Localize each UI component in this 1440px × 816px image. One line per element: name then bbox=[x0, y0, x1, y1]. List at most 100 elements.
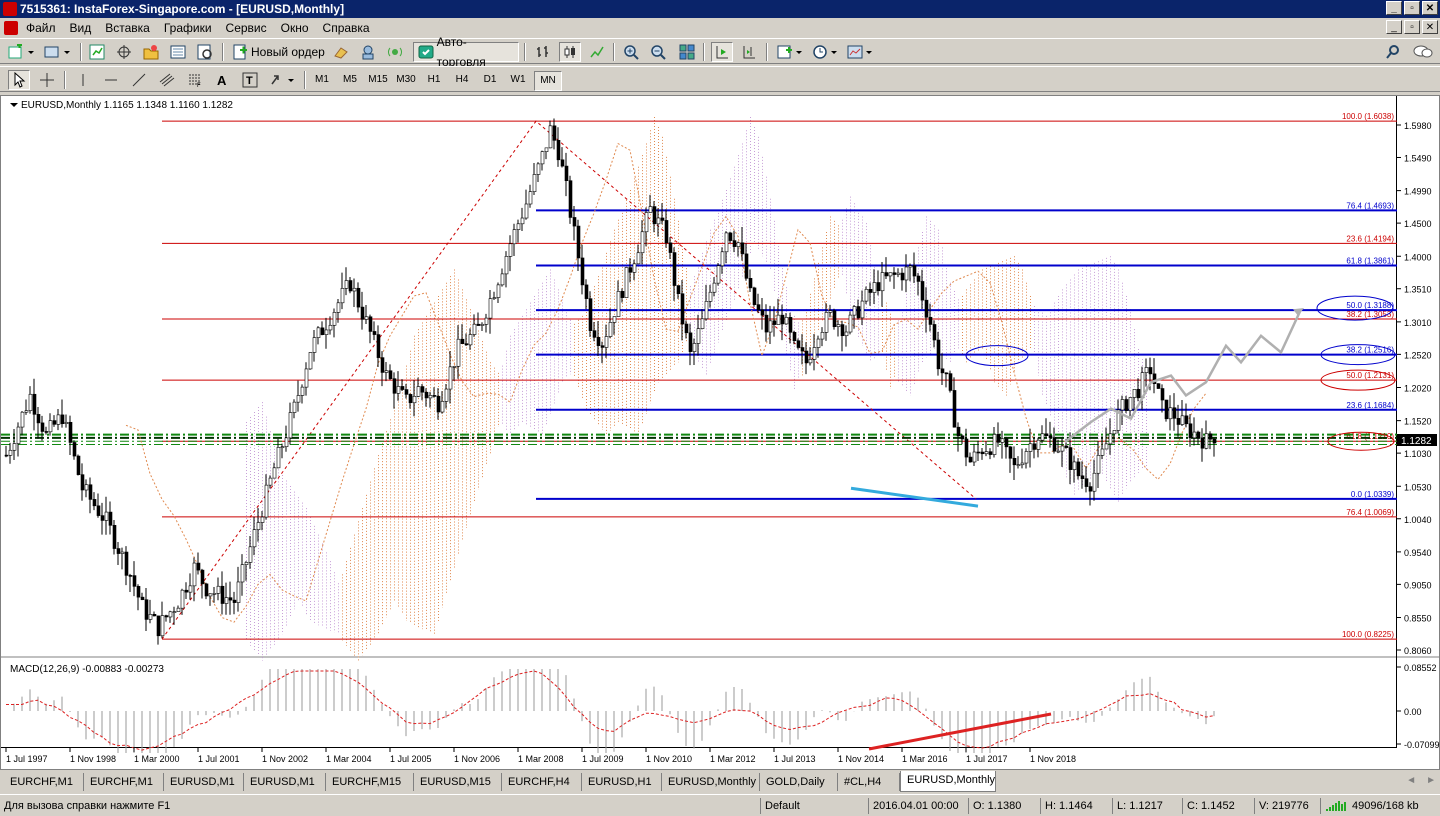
signals-icon[interactable] bbox=[357, 42, 379, 62]
text-label-icon[interactable]: T bbox=[239, 70, 261, 90]
chart-tab[interactable]: #CL,H4 bbox=[838, 773, 900, 791]
candle-body bbox=[1208, 433, 1213, 440]
candle-body bbox=[216, 585, 221, 594]
candle-body bbox=[1212, 438, 1217, 444]
candle-body bbox=[496, 284, 501, 298]
chart-tab[interactable]: GOLD,Daily bbox=[760, 773, 838, 791]
arrows-icon[interactable] bbox=[267, 70, 297, 90]
timeframe-m1[interactable]: M1 bbox=[309, 71, 335, 89]
chart-tab[interactable]: EURCHF,M15 bbox=[326, 773, 414, 791]
vertical-line-icon[interactable] bbox=[72, 70, 94, 90]
candlestick-chart-icon[interactable] bbox=[559, 42, 581, 62]
drawing-toolbar: F A T M1 M5 M15 M30 H1 H4 D1 W1 MN bbox=[0, 66, 1440, 92]
line-chart-icon[interactable] bbox=[586, 42, 608, 62]
price-tick-label: 0.8550 bbox=[1404, 614, 1432, 624]
profiles-icon[interactable] bbox=[42, 42, 74, 62]
navigator-icon[interactable] bbox=[140, 42, 162, 62]
timeframe-mn[interactable]: MN bbox=[534, 71, 562, 91]
autotrading-button[interactable]: Авто-торговля bbox=[413, 35, 519, 69]
trendline-icon[interactable] bbox=[128, 70, 150, 90]
connection-bars-icon bbox=[1326, 801, 1346, 811]
bar-chart-icon[interactable] bbox=[532, 42, 554, 62]
zoom-in-icon[interactable] bbox=[620, 42, 642, 62]
child-minimize-button[interactable]: _ bbox=[1386, 20, 1402, 34]
candle-body bbox=[1020, 462, 1025, 466]
chart-menu-triangle-icon[interactable] bbox=[10, 103, 18, 107]
candle-body bbox=[988, 451, 993, 455]
candle-body bbox=[392, 378, 397, 394]
timeframe-m30[interactable]: M30 bbox=[393, 71, 419, 89]
auto-scroll-icon[interactable] bbox=[711, 42, 733, 62]
chart-tab[interactable]: EURUSD,M15 bbox=[414, 773, 502, 791]
fibonacci-icon[interactable]: F bbox=[184, 70, 206, 90]
market-watch-icon[interactable] bbox=[86, 42, 108, 62]
restore-button[interactable]: ▫ bbox=[1404, 1, 1420, 15]
equidistant-channel-icon[interactable] bbox=[156, 70, 178, 90]
expert-advisors-icon[interactable] bbox=[330, 42, 352, 62]
timeframe-w1[interactable]: W1 bbox=[505, 71, 531, 89]
new-chart-icon[interactable] bbox=[6, 42, 38, 62]
new-order-button[interactable]: Новый ордер bbox=[228, 42, 329, 62]
tab-scroll-left-icon[interactable]: ◄ bbox=[1406, 775, 1416, 786]
timeframe-m5[interactable]: M5 bbox=[337, 71, 363, 89]
chart-tab[interactable]: EURCHF,M1 bbox=[4, 773, 84, 791]
chat-icon[interactable] bbox=[1410, 42, 1436, 62]
tab-scroll-arrows[interactable]: ◄ ► bbox=[1406, 775, 1436, 786]
candle-body bbox=[544, 147, 549, 153]
candle-body bbox=[576, 225, 581, 259]
text-icon[interactable]: A bbox=[211, 70, 233, 90]
search-icon[interactable] bbox=[1382, 42, 1404, 62]
document-icon[interactable] bbox=[4, 21, 18, 35]
chart-tab[interactable]: EURCHF,M1 bbox=[84, 773, 164, 791]
menu-view[interactable]: Вид bbox=[70, 21, 92, 35]
chart-tab[interactable]: EURUSD,M1 bbox=[244, 773, 326, 791]
price-tick-label: 0.8060 bbox=[1404, 646, 1432, 656]
candle-body bbox=[864, 289, 869, 302]
child-close-button[interactable]: ✕ bbox=[1422, 20, 1438, 34]
horizontal-line-icon[interactable] bbox=[100, 70, 122, 90]
crosshair-icon[interactable] bbox=[36, 70, 58, 90]
chart-tab[interactable]: EURUSD,Monthly bbox=[662, 773, 760, 791]
candle-body bbox=[208, 593, 213, 597]
timeframe-m15[interactable]: M15 bbox=[365, 71, 391, 89]
radio-icon[interactable] bbox=[384, 42, 406, 62]
data-window-icon[interactable] bbox=[113, 42, 135, 62]
chart-tab[interactable]: EURCHF,H4 bbox=[502, 773, 582, 791]
templates-icon[interactable] bbox=[845, 42, 875, 62]
candle-body bbox=[828, 310, 833, 313]
indicators-icon[interactable] bbox=[775, 42, 805, 62]
app-icon bbox=[3, 2, 17, 16]
periods-icon[interactable] bbox=[810, 42, 840, 62]
child-restore-button[interactable]: ▫ bbox=[1404, 20, 1420, 34]
terminal-icon[interactable] bbox=[167, 42, 189, 62]
timeframe-h4[interactable]: H4 bbox=[449, 71, 475, 89]
cursor-icon[interactable] bbox=[8, 70, 30, 90]
chart-tab[interactable]: EURUSD,Monthly bbox=[900, 771, 996, 792]
menu-help[interactable]: Справка bbox=[323, 21, 370, 35]
time-tick-label: 1 Nov 2010 bbox=[646, 754, 692, 764]
menu-file[interactable]: Файл bbox=[26, 21, 56, 35]
candle-body bbox=[568, 180, 573, 218]
menu-insert[interactable]: Вставка bbox=[105, 21, 150, 35]
menu-window[interactable]: Окно bbox=[281, 21, 309, 35]
tab-scroll-right-icon[interactable]: ► bbox=[1426, 775, 1436, 786]
zoom-out-icon[interactable] bbox=[647, 42, 669, 62]
price-tick-label: 1.3010 bbox=[1404, 318, 1432, 328]
status-profile: Default bbox=[760, 798, 868, 814]
chart-tab[interactable]: EURUSD,H1 bbox=[582, 773, 662, 791]
price-chart[interactable]: 100.0 (1.6038)23.6 (1.4194)38.2 (1.3053)… bbox=[1, 96, 1440, 769]
tile-windows-icon[interactable] bbox=[676, 42, 698, 62]
strategy-tester-icon[interactable] bbox=[194, 42, 216, 62]
candle-body bbox=[856, 306, 861, 319]
menu-charts[interactable]: Графики bbox=[164, 21, 212, 35]
chart-window[interactable]: 100.0 (1.6038) 23.6 (1.4194) 38.2 (1.3053)… bbox=[0, 95, 1440, 770]
candle-body bbox=[348, 280, 353, 292]
menu-tools[interactable]: Сервис bbox=[226, 21, 267, 35]
timeframe-d1[interactable]: D1 bbox=[477, 71, 503, 89]
chart-shift-icon[interactable] bbox=[738, 42, 760, 62]
timeframe-h1[interactable]: H1 bbox=[421, 71, 447, 89]
minimize-button[interactable]: _ bbox=[1386, 1, 1402, 15]
candle-body bbox=[580, 257, 585, 286]
chart-tab[interactable]: EURUSD,M1 bbox=[164, 773, 244, 791]
close-button[interactable]: ✕ bbox=[1422, 1, 1438, 15]
